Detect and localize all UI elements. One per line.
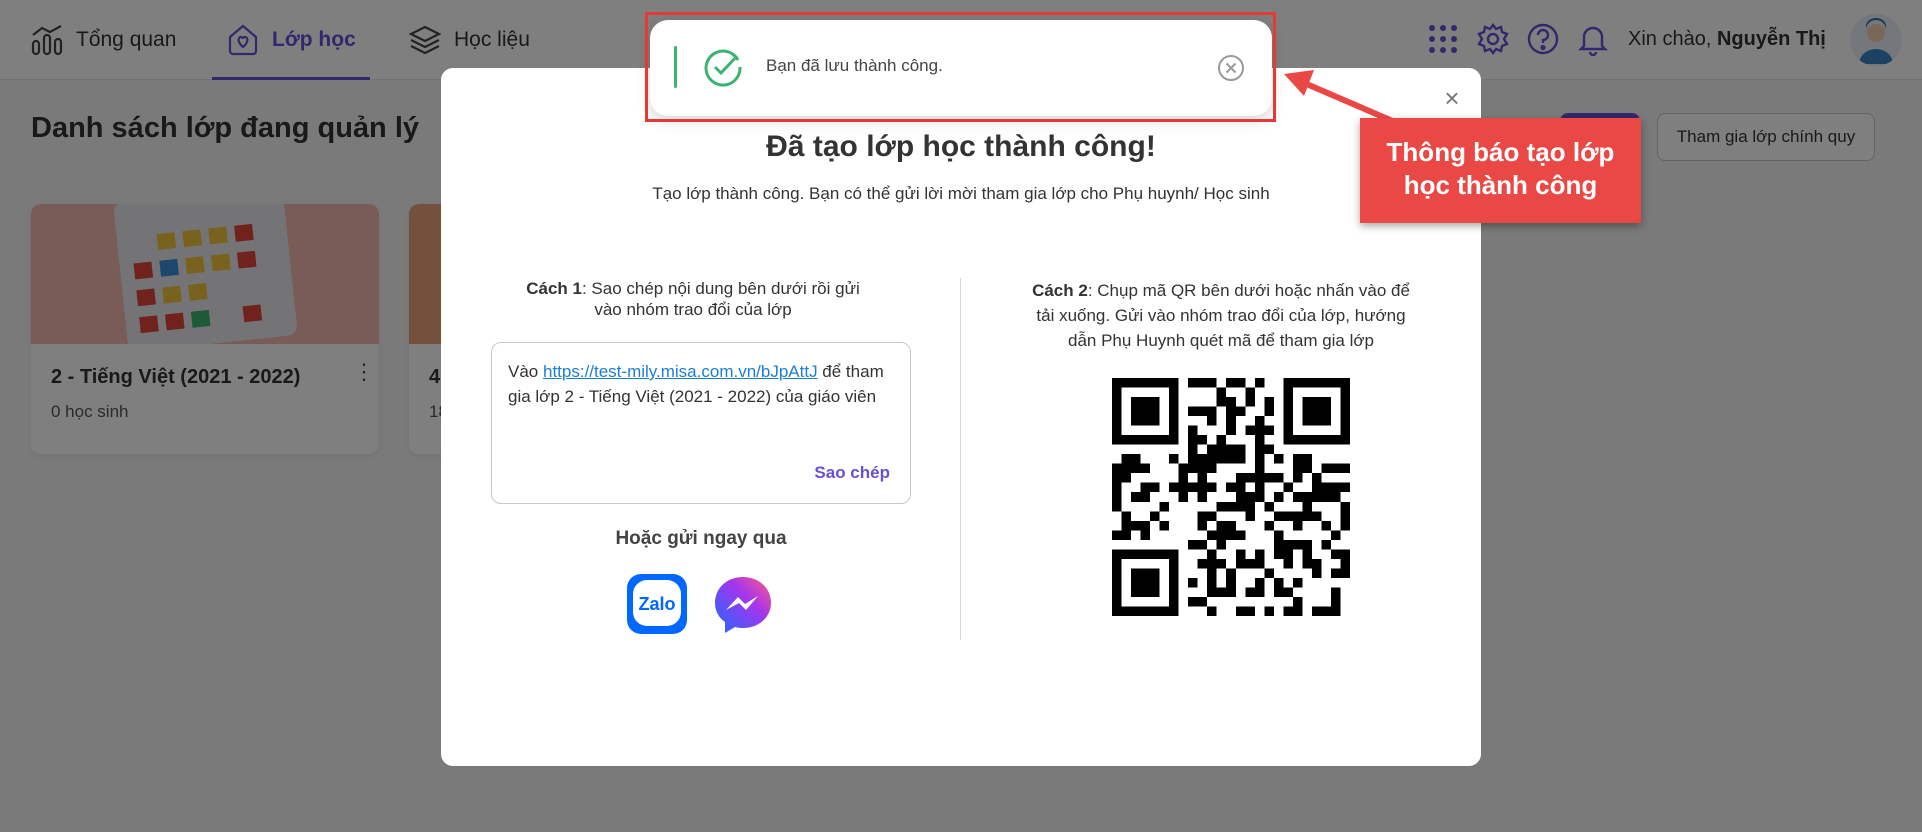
share-title: Hoặc gửi ngay qua — [615, 528, 787, 549]
annotation-callout: Thông báo tạo lớp học thành công — [1360, 118, 1641, 223]
step1-instructions: Cách 1: Sao chép nội dung bên dưới rồi g… — [523, 278, 863, 320]
messenger-icon[interactable] — [712, 574, 774, 636]
zalo-label: Zalo — [638, 594, 675, 614]
step2-label: Cách 2 — [1032, 281, 1088, 300]
invite-prefix: Vào — [508, 362, 543, 381]
step2-instructions: Cách 2: Chụp mã QR bên dưới hoặc nhấn và… — [1031, 278, 1411, 353]
step2-text: : Chụp mã QR bên dưới hoặc nhấn vào để t… — [1036, 281, 1410, 350]
step1-label: Cách 1 — [526, 279, 582, 298]
invite-text-box[interactable]: Vào https://test-mily.misa.com.vn/bJpAtt… — [491, 342, 911, 504]
step1-text: : Sao chép nội dung bên dưới rồi gửi vào… — [581, 279, 860, 319]
toast-highlight-frame — [645, 12, 1276, 122]
close-icon[interactable]: × — [1441, 85, 1463, 111]
zalo-icon[interactable]: Zalo — [627, 574, 687, 634]
divider — [960, 278, 961, 640]
dialog-subtitle: Tạo lớp thành công. Bạn có thể gửi lời m… — [652, 184, 1270, 203]
create-class-success-dialog: × Đã tạo lớp học thành công! Tạo lớp thà… — [441, 68, 1481, 766]
qr-code[interactable] — [1112, 378, 1350, 616]
copy-button[interactable]: Sao chép — [814, 460, 890, 485]
invite-link[interactable]: https://test-mily.misa.com.vn/bJpAttJ — [543, 362, 818, 381]
